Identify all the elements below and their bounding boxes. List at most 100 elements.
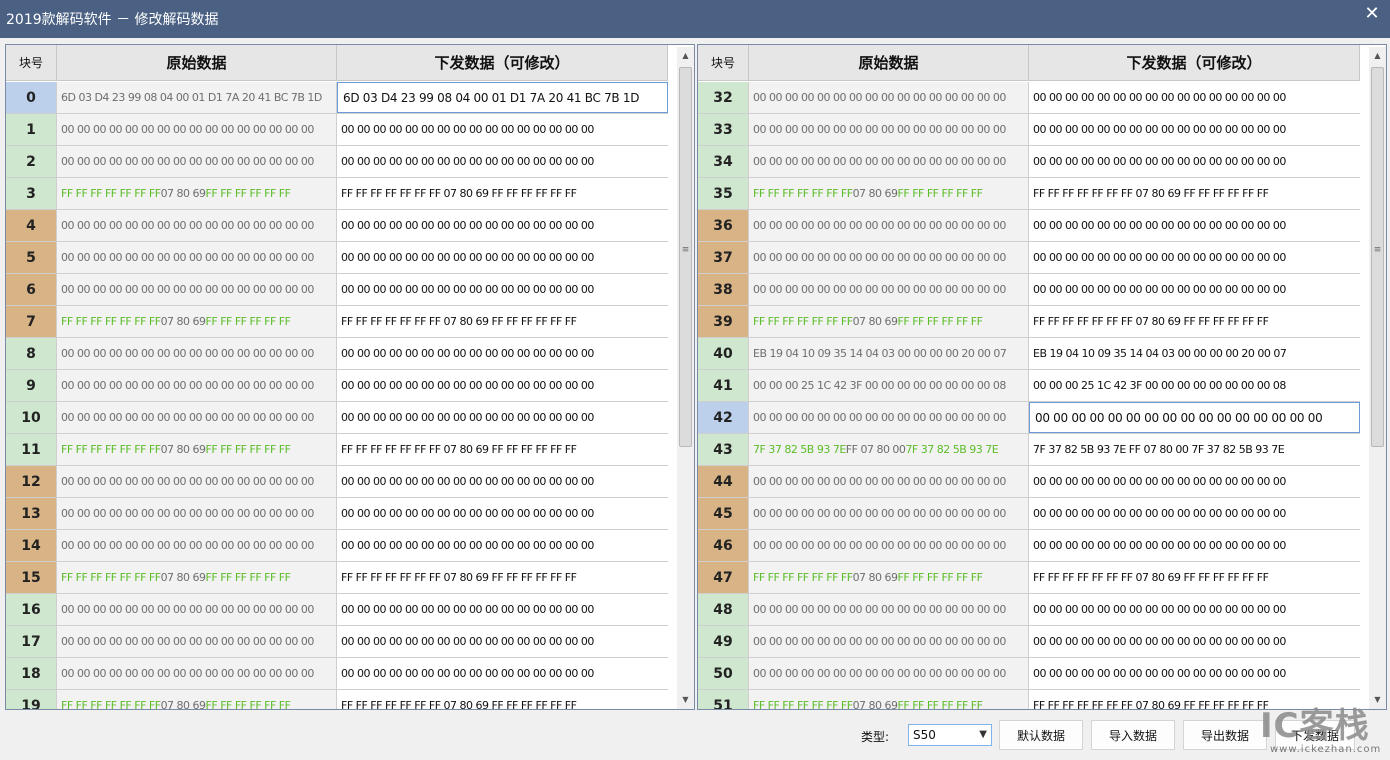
scroll-thumb[interactable]: ≡ xyxy=(679,67,692,447)
block-index[interactable]: 38 xyxy=(698,274,749,305)
table-row[interactable]: 18 00 00 00 00 00 00 00 00 00 00 00 00 00… xyxy=(6,658,668,690)
block-index[interactable]: 41 xyxy=(698,370,749,401)
send-data-cell[interactable]: 00 00 00 00 00 00 00 00 00 00 00 00 00 0… xyxy=(1029,466,1360,497)
send-data-input[interactable]: 00 00 00 00 00 00 00 00 00 00 00 00 00 0… xyxy=(1029,402,1360,433)
send-data-cell[interactable]: 00 00 00 00 00 00 00 00 00 00 00 00 00 0… xyxy=(1029,530,1360,561)
table-row[interactable]: 37 00 00 00 00 00 00 00 00 00 00 00 00 00… xyxy=(698,242,1360,274)
block-index[interactable]: 51 xyxy=(698,690,749,709)
table-row[interactable]: 9 00 00 00 00 00 00 00 00 00 00 00 00 00 … xyxy=(6,370,668,402)
table-row[interactable]: 10 00 00 00 00 00 00 00 00 00 00 00 00 00… xyxy=(6,402,668,434)
table-row[interactable]: 14 00 00 00 00 00 00 00 00 00 00 00 00 00… xyxy=(6,530,668,562)
block-index[interactable]: 6 xyxy=(6,274,57,305)
send-data-cell[interactable]: 7F 37 82 5B 93 7E FF 07 80 00 7F 37 82 5… xyxy=(1029,434,1360,465)
table-row[interactable]: 17 00 00 00 00 00 00 00 00 00 00 00 00 00… xyxy=(6,626,668,658)
block-index[interactable]: 9 xyxy=(6,370,57,401)
block-index[interactable]: 12 xyxy=(6,466,57,497)
table-row[interactable]: 12 00 00 00 00 00 00 00 00 00 00 00 00 00… xyxy=(6,466,668,498)
header-send-data[interactable]: 下发数据（可修改） xyxy=(337,45,668,81)
table-row[interactable]: 40 EB 19 04 10 09 35 14 04 03 00 00 00 00… xyxy=(698,338,1360,370)
send-data-cell[interactable]: 00 00 00 00 00 00 00 00 00 00 00 00 00 0… xyxy=(337,114,668,145)
table-row[interactable]: 2 00 00 00 00 00 00 00 00 00 00 00 00 00 … xyxy=(6,146,668,178)
block-index[interactable]: 10 xyxy=(6,402,57,433)
table-row[interactable]: 45 00 00 00 00 00 00 00 00 00 00 00 00 00… xyxy=(698,498,1360,530)
block-index[interactable]: 16 xyxy=(6,594,57,625)
table-row[interactable]: 32 00 00 00 00 00 00 00 00 00 00 00 00 00… xyxy=(698,82,1360,114)
send-data-cell[interactable]: 00 00 00 00 00 00 00 00 00 00 00 00 00 0… xyxy=(337,242,668,273)
block-index[interactable]: 13 xyxy=(6,498,57,529)
table-row[interactable]: 8 00 00 00 00 00 00 00 00 00 00 00 00 00 … xyxy=(6,338,668,370)
block-index[interactable]: 45 xyxy=(698,498,749,529)
block-index[interactable]: 48 xyxy=(698,594,749,625)
table-row[interactable]: 16 00 00 00 00 00 00 00 00 00 00 00 00 00… xyxy=(6,594,668,626)
block-index[interactable]: 44 xyxy=(698,466,749,497)
block-index[interactable]: 17 xyxy=(6,626,57,657)
block-index[interactable]: 34 xyxy=(698,146,749,177)
scroll-up-icon[interactable]: ▲ xyxy=(677,49,694,63)
send-data-cell[interactable]: 00 00 00 00 00 00 00 00 00 00 00 00 00 0… xyxy=(337,466,668,497)
block-index[interactable]: 5 xyxy=(6,242,57,273)
send-data-cell[interactable]: 00 00 00 00 00 00 00 00 00 00 00 00 00 0… xyxy=(337,498,668,529)
header-index[interactable]: 块号 xyxy=(698,45,749,81)
send-data-cell[interactable]: 00 00 00 00 00 00 00 00 00 00 00 00 00 0… xyxy=(337,146,668,177)
table-row[interactable]: 33 00 00 00 00 00 00 00 00 00 00 00 00 00… xyxy=(698,114,1360,146)
table-row[interactable]: 39 FF FF FF FF FF FF FF 07 80 69 FF FF FF… xyxy=(698,306,1360,338)
send-data-cell[interactable]: 00 00 00 00 00 00 00 00 00 00 00 00 00 0… xyxy=(1029,242,1360,273)
send-data-cell[interactable]: 00 00 00 00 00 00 00 00 00 00 00 00 00 0… xyxy=(337,530,668,561)
block-index[interactable]: 40 xyxy=(698,338,749,369)
block-index[interactable]: 0 xyxy=(6,82,57,113)
table-row[interactable]: 36 00 00 00 00 00 00 00 00 00 00 00 00 00… xyxy=(698,210,1360,242)
close-icon[interactable]: ✕ xyxy=(1362,3,1382,24)
table-row[interactable]: 15 FF FF FF FF FF FF FF 07 80 69 FF FF FF… xyxy=(6,562,668,594)
table-row[interactable]: 6 00 00 00 00 00 00 00 00 00 00 00 00 00 … xyxy=(6,274,668,306)
send-data-cell[interactable]: FF FF FF FF FF FF FF 07 80 69 FF FF FF F… xyxy=(337,690,668,709)
chevron-down-icon[interactable]: ▼ xyxy=(979,725,987,745)
block-index[interactable]: 19 xyxy=(6,690,57,709)
table-row[interactable]: 48 00 00 00 00 00 00 00 00 00 00 00 00 00… xyxy=(698,594,1360,626)
send-data-cell[interactable]: FF FF FF FF FF FF FF 07 80 69 FF FF FF F… xyxy=(337,306,668,337)
block-index[interactable]: 18 xyxy=(6,658,57,689)
scroll-down-icon[interactable]: ▼ xyxy=(1369,693,1386,707)
send-data-cell[interactable]: 00 00 00 00 00 00 00 00 00 00 00 00 00 0… xyxy=(337,210,668,241)
block-index[interactable]: 35 xyxy=(698,178,749,209)
send-data-cell[interactable]: FF FF FF FF FF FF FF 07 80 69 FF FF FF F… xyxy=(337,434,668,465)
table-row[interactable]: 42 00 00 00 00 00 00 00 00 00 00 00 00 00… xyxy=(698,402,1360,434)
send-data-cell[interactable]: 00 00 00 00 00 00 00 00 00 00 00 00 00 0… xyxy=(1029,626,1360,657)
block-index[interactable]: 43 xyxy=(698,434,749,465)
block-index[interactable]: 11 xyxy=(6,434,57,465)
table-row[interactable]: 49 00 00 00 00 00 00 00 00 00 00 00 00 00… xyxy=(698,626,1360,658)
block-index[interactable]: 15 xyxy=(6,562,57,593)
block-index[interactable]: 36 xyxy=(698,210,749,241)
table-row[interactable]: 11 FF FF FF FF FF FF FF 07 80 69 FF FF FF… xyxy=(6,434,668,466)
send-data-cell[interactable]: 00 00 00 00 00 00 00 00 00 00 00 00 00 0… xyxy=(1029,210,1360,241)
block-index[interactable]: 2 xyxy=(6,146,57,177)
table-row[interactable]: 44 00 00 00 00 00 00 00 00 00 00 00 00 00… xyxy=(698,466,1360,498)
send-data-input[interactable]: 6D 03 D4 23 99 08 04 00 01 D1 7A 20 41 B… xyxy=(337,82,668,113)
send-data-cell[interactable]: 00 00 00 00 00 00 00 00 00 00 00 00 00 0… xyxy=(1029,274,1360,305)
default-data-button[interactable]: 默认数据 xyxy=(999,720,1083,750)
send-data-cell[interactable]: FF FF FF FF FF FF FF 07 80 69 FF FF FF F… xyxy=(1029,178,1360,209)
table-row[interactable]: 46 00 00 00 00 00 00 00 00 00 00 00 00 00… xyxy=(698,530,1360,562)
table-row[interactable]: 38 00 00 00 00 00 00 00 00 00 00 00 00 00… xyxy=(698,274,1360,306)
table-row[interactable]: 4 00 00 00 00 00 00 00 00 00 00 00 00 00 … xyxy=(6,210,668,242)
table-row[interactable]: 41 00 00 00 25 1C 42 3F 00 00 00 00 00 00… xyxy=(698,370,1360,402)
header-send-data[interactable]: 下发数据（可修改） xyxy=(1029,45,1360,81)
send-data-cell[interactable]: 00 00 00 00 00 00 00 00 00 00 00 00 00 0… xyxy=(1029,658,1360,689)
block-index[interactable]: 37 xyxy=(698,242,749,273)
type-select[interactable]: S50 ▼ xyxy=(908,724,992,746)
block-index[interactable]: 39 xyxy=(698,306,749,337)
left-scrollbar[interactable]: ▲ ≡ ▼ xyxy=(677,47,694,709)
right-scrollbar[interactable]: ▲ ≡ ▼ xyxy=(1369,47,1386,709)
table-row[interactable]: 47 FF FF FF FF FF FF FF 07 80 69 FF FF FF… xyxy=(698,562,1360,594)
export-data-button[interactable]: 导出数据 xyxy=(1183,720,1267,750)
scroll-thumb[interactable]: ≡ xyxy=(1371,67,1384,447)
send-data-cell[interactable]: 00 00 00 00 00 00 00 00 00 00 00 00 00 0… xyxy=(337,402,668,433)
send-data-cell[interactable]: FF FF FF FF FF FF FF 07 80 69 FF FF FF F… xyxy=(1029,306,1360,337)
send-data-cell[interactable]: 00 00 00 00 00 00 00 00 00 00 00 00 00 0… xyxy=(337,338,668,369)
send-data-cell[interactable]: 00 00 00 00 00 00 00 00 00 00 00 00 00 0… xyxy=(1029,146,1360,177)
header-original-data[interactable]: 原始数据 xyxy=(57,45,337,81)
block-index[interactable]: 3 xyxy=(6,178,57,209)
scroll-down-icon[interactable]: ▼ xyxy=(677,693,694,707)
send-data-cell[interactable]: 00 00 00 00 00 00 00 00 00 00 00 00 00 0… xyxy=(337,658,668,689)
scroll-up-icon[interactable]: ▲ xyxy=(1369,49,1386,63)
table-row[interactable]: 5 00 00 00 00 00 00 00 00 00 00 00 00 00 … xyxy=(6,242,668,274)
